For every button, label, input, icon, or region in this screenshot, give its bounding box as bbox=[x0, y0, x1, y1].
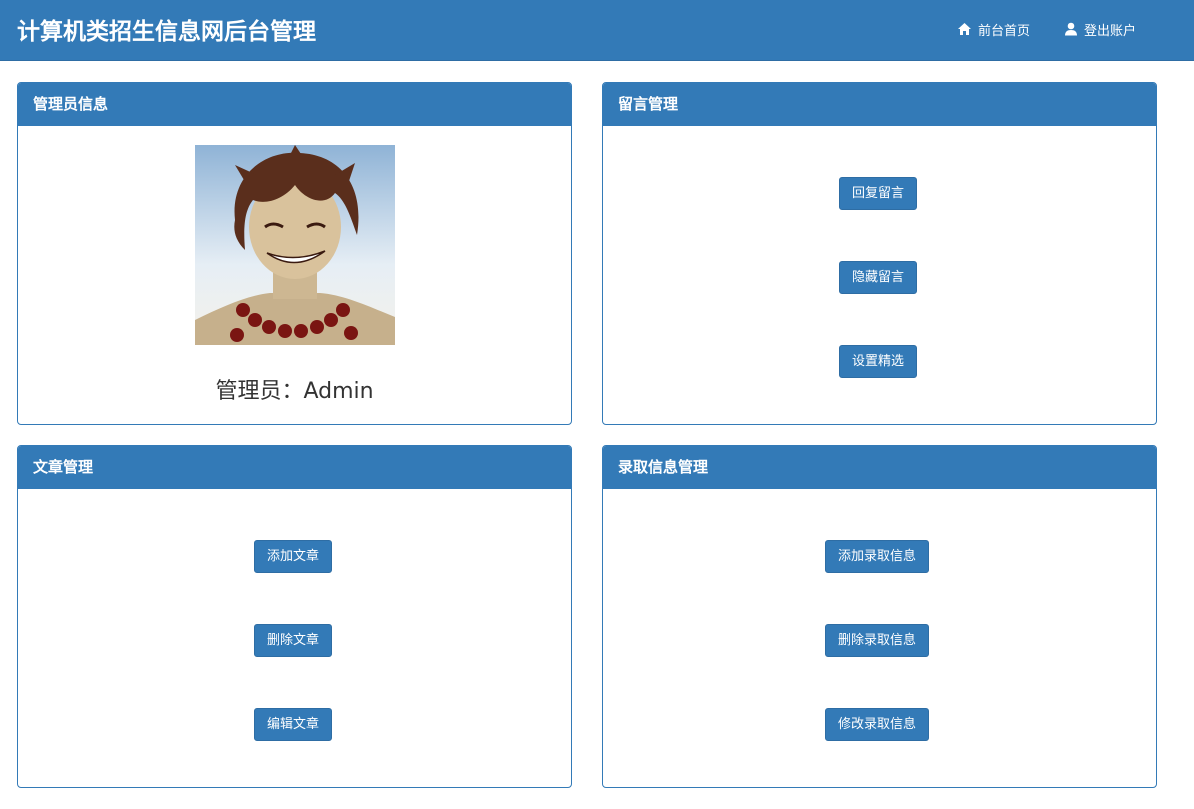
message-management-heading: 留言管理 bbox=[603, 83, 1156, 126]
nav-home-link[interactable]: 前台首页 bbox=[957, 19, 1030, 39]
top-navbar: 计算机类招生信息网后台管理 前台首页 登出账户 bbox=[0, 0, 1194, 61]
admission-management-heading: 录取信息管理 bbox=[603, 446, 1156, 489]
nav-logout-link[interactable]: 登出账户 bbox=[1064, 19, 1136, 39]
admin-info-heading: 管理员信息 bbox=[18, 83, 571, 126]
edit-article-button[interactable]: 编辑文章 bbox=[254, 708, 333, 741]
hide-message-button[interactable]: 隐藏留言 bbox=[839, 261, 918, 294]
user-icon bbox=[1065, 22, 1077, 36]
site-title[interactable]: 计算机类招生信息网后台管理 bbox=[17, 12, 316, 46]
feature-message-button[interactable]: 设置精选 bbox=[839, 345, 918, 378]
reply-message-button[interactable]: 回复留言 bbox=[839, 177, 918, 210]
add-admission-button[interactable]: 添加录取信息 bbox=[825, 540, 930, 573]
admission-management-panel: 录取信息管理 添加录取信息 删除录取信息 修改录取信息 bbox=[602, 445, 1157, 788]
admin-info-panel: 管理员信息 管理员：Admin bbox=[17, 82, 572, 425]
message-management-panel: 留言管理 回复留言 隐藏留言 设置精选 bbox=[602, 82, 1157, 425]
admin-name-text: 管理员：Admin bbox=[215, 379, 374, 404]
admin-avatar bbox=[195, 145, 395, 345]
modify-admission-button[interactable]: 修改录取信息 bbox=[825, 708, 930, 741]
nav-logout-label: 登出账户 bbox=[1084, 23, 1137, 39]
add-article-button[interactable]: 添加文章 bbox=[254, 540, 333, 573]
article-management-panel: 文章管理 添加文章 删除文章 编辑文章 bbox=[17, 445, 572, 788]
nav-home-label: 前台首页 bbox=[978, 23, 1031, 39]
delete-article-button[interactable]: 删除文章 bbox=[254, 624, 333, 657]
home-icon bbox=[958, 23, 971, 35]
delete-admission-button[interactable]: 删除录取信息 bbox=[825, 624, 930, 657]
article-management-heading: 文章管理 bbox=[18, 446, 571, 489]
